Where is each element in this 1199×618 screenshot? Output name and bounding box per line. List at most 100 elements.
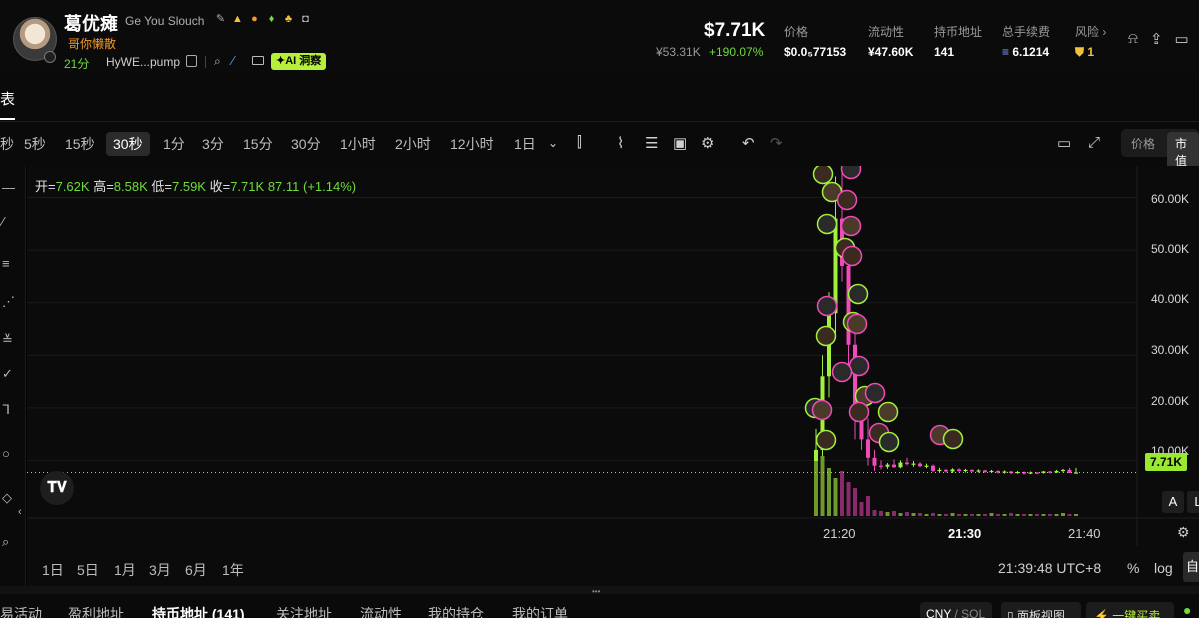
currency-alt[interactable]: / SOL <box>954 607 985 618</box>
price-chart[interactable]: 开=7.62K 高=8.58K 低=7.59K 收=7.71K 87.11 (+… <box>27 166 1199 546</box>
tab-liquidity[interactable]: 流动性 <box>360 604 402 618</box>
interval-30m[interactable]: 30分 <box>291 134 321 154</box>
interval-1d[interactable]: 1日 <box>514 134 536 154</box>
stat-value: ⛊ 1 <box>1075 45 1106 60</box>
fullscreen-icon[interactable]: ⤢ <box>1088 134 1100 151</box>
feather-icon[interactable]: ⁄ <box>232 53 234 68</box>
share-icon[interactable]: ⇪ <box>1150 30 1163 48</box>
toggle-price[interactable]: 价格 <box>1131 135 1155 152</box>
measure-icon[interactable]: ≚ <box>2 332 13 348</box>
chart-clock[interactable]: 21:39:48 UTC+8 <box>998 560 1101 576</box>
stat-price: 价格 $0.0₅77153 <box>784 23 846 59</box>
panel-splitter[interactable]: ••• <box>0 586 1199 596</box>
range-5d[interactable]: 5日 <box>77 560 99 580</box>
log-scale-toggle[interactable]: log <box>1154 560 1173 576</box>
card-icon[interactable] <box>252 56 264 65</box>
interval-2h[interactable]: 2小时 <box>395 134 431 154</box>
contract-address[interactable]: HyWE...pump <box>106 55 180 69</box>
chef-hat-icon[interactable]: ● <box>248 13 261 26</box>
volume-bar <box>892 511 896 516</box>
pattern-icon[interactable]: ⋰ <box>2 294 15 310</box>
interval-1h[interactable]: 1小时 <box>340 134 376 154</box>
interval-1s[interactable]: 秒 <box>0 134 14 154</box>
auto-scale-toggle[interactable]: 自 <box>1183 552 1199 582</box>
fib-icon[interactable]: ≡ <box>2 256 10 271</box>
tab-my-positions[interactable]: 我的持仓 <box>428 604 484 618</box>
ruler-icon[interactable]: ◇ <box>2 490 12 506</box>
text-icon[interactable]: ᒣ <box>2 402 10 418</box>
layout-icon[interactable]: ▭ <box>1057 134 1071 152</box>
copy-icon[interactable] <box>186 55 197 67</box>
alert-bell-icon[interactable]: ⍾ <box>1128 30 1138 48</box>
emoji-icon[interactable]: ○ <box>2 446 10 461</box>
percent-scale-toggle[interactable]: % <box>1127 560 1139 576</box>
interval-15s[interactable]: 15秒 <box>65 134 95 154</box>
window-icon[interactable]: ▭ <box>1175 30 1189 48</box>
trade-marker <box>812 166 834 185</box>
candle-type-icon[interactable]: ⫿ <box>577 134 582 151</box>
interval-15m[interactable]: 15分 <box>243 134 273 154</box>
interval-1m[interactable]: 1分 <box>163 134 185 154</box>
token-header: 葛优瘫 Ge You Slouch ✎ ▲ ● ♦ ♣ ◘ 哥你懒散 21分 H… <box>0 0 1199 74</box>
interval-30s[interactable]: 30秒 <box>106 132 150 156</box>
ai-insight-button[interactable]: ✦AI 洞察 <box>271 53 327 70</box>
trade-marker <box>846 313 868 335</box>
low-label: 低= <box>151 179 172 194</box>
chevron-down-icon[interactable]: ⌄ <box>548 136 558 150</box>
calendar-icon[interactable]: ▣ <box>673 134 687 152</box>
list-icon[interactable]: ☰ <box>645 134 658 152</box>
quick-trade-button[interactable]: ⚡ 一键买卖 <box>1086 602 1174 618</box>
collapse-icon[interactable]: ‹ <box>18 506 22 518</box>
chart-canvas[interactable] <box>27 166 1199 546</box>
range-6m[interactable]: 6月 <box>185 560 207 580</box>
volume-bar <box>846 482 851 516</box>
candle-body <box>924 465 929 467</box>
indicators-icon[interactable]: ⌇ <box>617 134 624 152</box>
candle-body <box>1067 469 1072 473</box>
lock-scale-button[interactable]: L <box>1187 491 1199 513</box>
stat-label: 流动性 <box>868 25 905 39</box>
auto-scale-button[interactable]: A <box>1162 491 1184 513</box>
shield-icon[interactable]: ◘ <box>299 13 312 26</box>
search-icon[interactable]: ⌕ <box>214 54 221 69</box>
redo-icon[interactable]: ↷ <box>770 134 783 152</box>
currency-main[interactable]: CNY <box>926 607 951 618</box>
undo-icon[interactable]: ↶ <box>742 134 755 152</box>
tab-profit-addresses[interactable]: 盈利地址 <box>68 604 124 618</box>
price-mcap-toggle[interactable]: 价格 市值 <box>1121 129 1199 172</box>
interval-12h[interactable]: 12小时 <box>450 134 494 154</box>
zoom-icon[interactable]: ⌕ <box>2 534 9 550</box>
candle-body <box>931 465 935 471</box>
status-dot-icon[interactable]: ● <box>1183 602 1199 618</box>
interval-3m[interactable]: 3分 <box>202 134 224 154</box>
gear-icon[interactable]: ⚙ <box>701 134 714 152</box>
edit-icon[interactable]: ✎ <box>214 13 227 26</box>
tab-my-orders[interactable]: 我的订单 <box>512 604 568 618</box>
token-chinese-subtitle: 哥你懒散 <box>68 37 117 51</box>
chart-settings-gear-icon[interactable]: ⚙ <box>1177 524 1190 541</box>
people-icon[interactable]: ♣ <box>282 13 295 26</box>
x-axis-label: 21:20 <box>823 526 856 541</box>
crosshair-icon[interactable]: — <box>2 180 15 195</box>
tab-activity[interactable]: 易活动 <box>0 604 42 618</box>
y-axis-label: 20.00K <box>1151 394 1190 408</box>
tab-holders[interactable]: 持币地址 (141) <box>152 604 245 618</box>
stat-risk[interactable]: 风险 › ⛊ 1 <box>1075 23 1106 60</box>
tradingview-logo-icon[interactable]: 𝐓𝐕 <box>40 471 74 505</box>
stat-label[interactable]: 风险 › <box>1075 23 1106 40</box>
range-1y[interactable]: 1年 <box>222 560 244 580</box>
range-1m[interactable]: 1月 <box>114 560 136 580</box>
trendline-icon[interactable]: ⁄ <box>2 214 4 229</box>
money-bag-icon[interactable]: ♦ <box>265 13 278 26</box>
warning-icon[interactable]: ▲ <box>231 13 244 26</box>
panel-view-button[interactable]: ▯ 面板视图 <box>1001 602 1081 618</box>
tab-watched-addresses[interactable]: 关注地址 <box>276 604 332 618</box>
tab-chart[interactable]: 表 <box>0 88 15 109</box>
brush-icon[interactable]: ✓ <box>2 366 13 382</box>
interval-5s[interactable]: 5秒 <box>24 134 46 154</box>
currency-toggle[interactable]: CNY / SOL <box>920 602 992 618</box>
range-1d[interactable]: 1日 <box>42 560 64 580</box>
range-3m[interactable]: 3月 <box>149 560 171 580</box>
candle-body <box>983 470 987 472</box>
trade-marker <box>815 429 837 451</box>
